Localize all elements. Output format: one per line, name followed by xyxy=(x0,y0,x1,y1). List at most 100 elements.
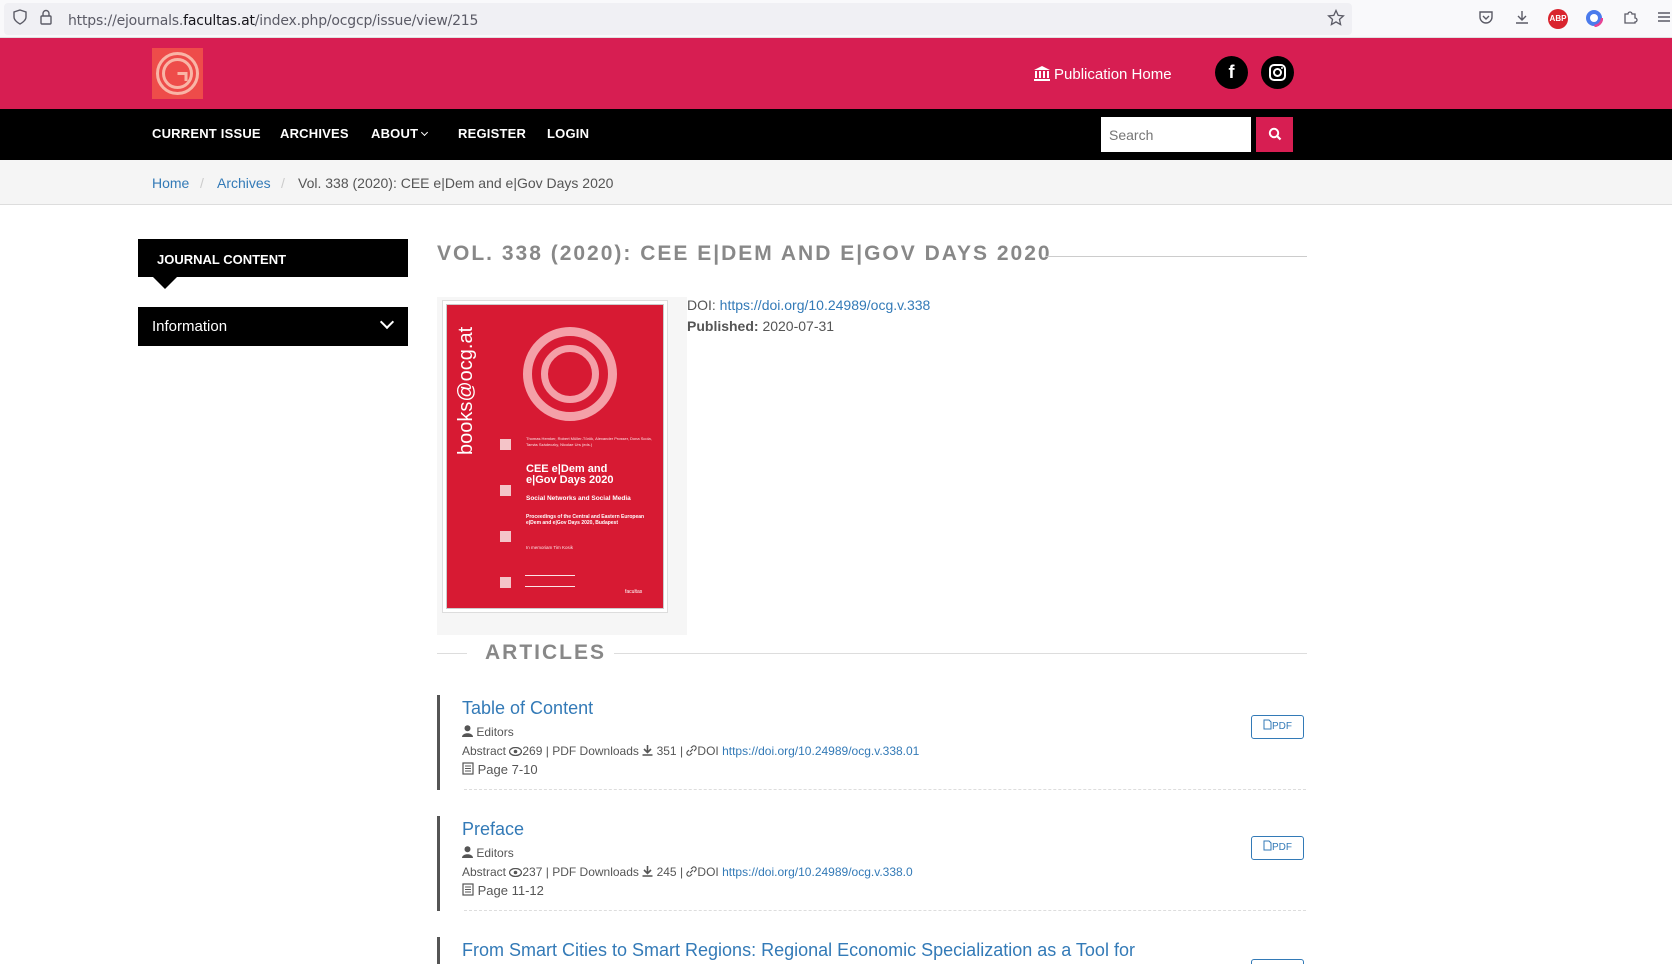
doi-label: DOI xyxy=(697,865,719,879)
nav-about-label: ABOUT xyxy=(371,126,419,141)
page-range: Page 7-10 xyxy=(477,762,538,777)
pdf-downloads-count: 351 xyxy=(656,744,677,758)
instagram-icon[interactable] xyxy=(1261,56,1294,89)
address-bar[interactable]: https://ejournals.facultas.at/index.php/… xyxy=(4,3,1352,35)
shield-icon[interactable] xyxy=(10,9,30,29)
bookmark-star-icon[interactable] xyxy=(1326,8,1346,29)
cover-title: CEE e|Dem and e|Gov Days 2020 xyxy=(526,463,614,486)
breadcrumb: Home / Archives / Vol. 338 (2020): CEE e… xyxy=(0,160,1672,205)
browser-toolbar: https://ejournals.facultas.at/index.php/… xyxy=(0,0,1672,38)
abstract-views: 269 xyxy=(522,744,543,758)
cover-logo-inner xyxy=(541,345,599,403)
pdf-button[interactable]: PDF xyxy=(1251,836,1304,860)
cover-publisher: facultas xyxy=(625,589,643,595)
doi-link[interactable]: https://doi.org/10.24989/ocg.v.338 xyxy=(720,297,931,313)
pdf-downloads-count: 245 xyxy=(656,865,677,879)
article-doi-link[interactable]: https://doi.org/10.24989/ocg.v.338.01 xyxy=(722,744,919,758)
url-text: https://ejournals.facultas.at/index.php/… xyxy=(68,13,479,29)
article-title-link[interactable]: From Smart Cities to Smart Regions: Regi… xyxy=(462,940,1135,961)
articles-heading: ARTICLES xyxy=(485,641,606,664)
main-navbar: CURRENT ISSUE ARCHIVES ABOUT REGISTER LO… xyxy=(0,109,1672,160)
lock-icon[interactable] xyxy=(36,9,56,29)
nav-current-issue[interactable]: CURRENT ISSUE xyxy=(152,126,261,141)
article-stats: Abstract 237 | PDF Downloads 245 | DOI h… xyxy=(462,865,913,880)
cover-vertical-text: books@ocg.at xyxy=(455,326,477,455)
file-pdf-icon xyxy=(1263,838,1272,860)
article-doi-link[interactable]: https://doi.org/10.24989/ocg.v.338.0 xyxy=(722,865,913,879)
ocg-logo[interactable] xyxy=(152,48,203,99)
page-range: Page 11-12 xyxy=(477,883,544,898)
information-dropdown[interactable]: Information xyxy=(138,307,408,346)
breadcrumb-archives[interactable]: Archives xyxy=(217,175,271,191)
pdf-button[interactable] xyxy=(1251,959,1304,964)
download-icon xyxy=(642,745,653,759)
link-icon xyxy=(686,866,698,880)
issue-cover-image[interactable]: books@ocg.at Thomas Hemker, Robert Mülle… xyxy=(446,304,664,609)
title-divider xyxy=(1045,256,1307,257)
cover-square xyxy=(500,531,511,542)
menu-icon[interactable] xyxy=(1654,9,1672,29)
doi-label: DOI: xyxy=(687,297,716,313)
facebook-icon[interactable]: f xyxy=(1215,56,1248,89)
nav-archives[interactable]: ARCHIVES xyxy=(280,126,349,141)
publication-home-link[interactable]: Publication Home xyxy=(1034,66,1172,85)
article-item: Preface Editors Abstract 237 | PDF Downl… xyxy=(437,816,1307,911)
institution-icon xyxy=(1034,66,1050,85)
breadcrumb-separator: / xyxy=(200,175,204,191)
author-name: Editors xyxy=(476,846,514,860)
cover-square xyxy=(500,577,511,588)
search-input[interactable] xyxy=(1101,117,1251,152)
pdf-downloads-label: PDF Downloads xyxy=(552,865,639,879)
pdf-button-label: PDF xyxy=(1272,842,1292,853)
cover-subtitle: Social Networks and Social Media xyxy=(526,495,631,502)
extensions-puzzle-icon[interactable] xyxy=(1620,9,1640,29)
file-pdf-icon xyxy=(1263,717,1272,739)
article-divider xyxy=(464,910,1306,911)
article-authors: Editors xyxy=(462,725,514,740)
articles-divider xyxy=(614,653,1307,654)
cover-square xyxy=(500,439,511,450)
breadcrumb-separator: / xyxy=(281,175,285,191)
article-divider xyxy=(464,789,1306,790)
issue-title: VOL. 338 (2020): CEE E|DEM AND E|GOV DAY… xyxy=(437,242,1052,265)
nav-login[interactable]: LOGIN xyxy=(547,126,589,141)
article-title-link[interactable]: Table of Content xyxy=(462,698,593,719)
article-item: Table of Content Editors Abstract 269 | … xyxy=(437,695,1307,790)
eye-icon xyxy=(509,745,523,759)
nav-register[interactable]: REGISTER xyxy=(458,126,526,141)
author-name: Editors xyxy=(476,725,514,739)
article-title-link[interactable]: Preface xyxy=(462,819,524,840)
search-icon xyxy=(1268,126,1282,143)
abstract-label: Abstract xyxy=(462,744,507,758)
pdf-downloads-label: PDF Downloads xyxy=(552,744,639,758)
download-icon xyxy=(642,866,653,880)
cover-proceedings: Proceedings of the Central and Eastern E… xyxy=(526,514,645,526)
cover-authors: Thomas Hemker, Robert Müller-Török, Alex… xyxy=(526,436,652,447)
journal-content-heading: JOURNAL CONTENT xyxy=(138,239,408,277)
search-button[interactable] xyxy=(1256,117,1293,152)
book-icon xyxy=(462,883,474,899)
issue-doi: DOI: https://doi.org/10.24989/ocg.v.338 xyxy=(687,297,930,313)
extension-color-icon[interactable] xyxy=(1584,8,1604,29)
download-icon[interactable] xyxy=(1512,9,1532,29)
pdf-button-label: PDF xyxy=(1272,721,1292,732)
published-date: 2020-07-31 xyxy=(762,318,835,334)
cover-ocg-logo xyxy=(525,575,575,587)
chevron-down-icon xyxy=(421,128,429,137)
breadcrumb-home[interactable]: Home xyxy=(152,175,189,191)
journal-content-arrow xyxy=(153,277,177,289)
eye-icon xyxy=(509,866,523,880)
pocket-icon[interactable] xyxy=(1476,9,1496,29)
cover-square xyxy=(500,485,511,496)
doi-label: DOI xyxy=(697,744,719,758)
article-stats: Abstract 269 | PDF Downloads 351 | DOI h… xyxy=(462,744,920,759)
nav-about[interactable]: ABOUT xyxy=(371,126,429,141)
chevron-down-icon xyxy=(379,314,395,330)
abstract-views: 237 xyxy=(522,865,543,879)
article-item: From Smart Cities to Smart Regions: Regi… xyxy=(437,937,1307,964)
adblock-icon[interactable]: ABP xyxy=(1548,9,1568,29)
site-header: Publication Home f xyxy=(0,38,1672,109)
pdf-button[interactable]: PDF xyxy=(1251,715,1304,739)
article-authors: Editors xyxy=(462,846,514,861)
article-pages: Page 7-10 xyxy=(462,762,538,778)
